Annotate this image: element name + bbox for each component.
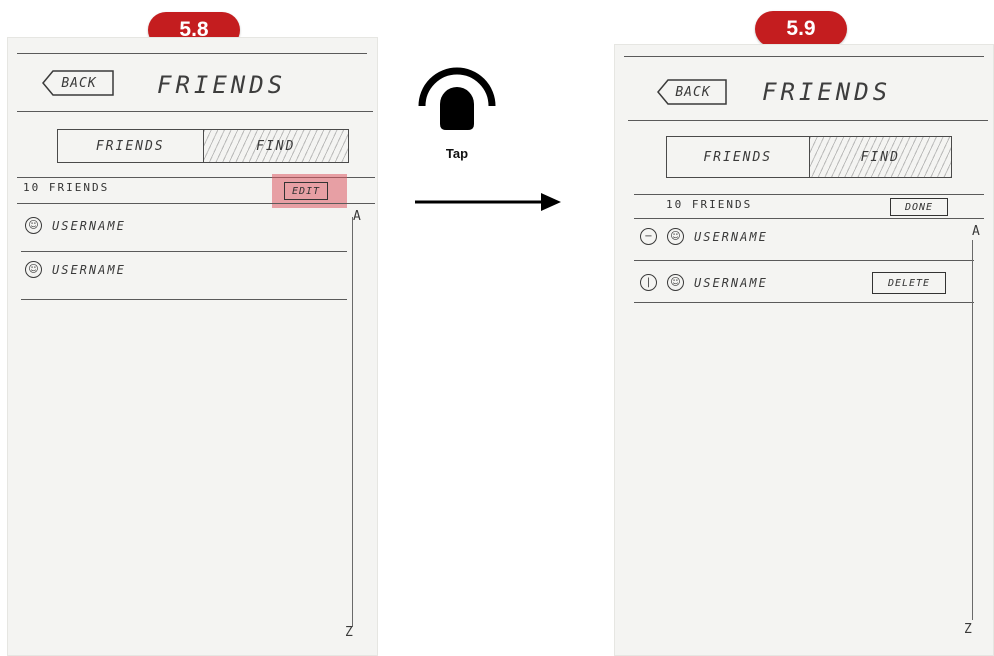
index-letter-a[interactable]: A [353, 209, 361, 224]
count-divider-top [634, 194, 984, 195]
count-divider-bottom [17, 203, 375, 204]
row-divider [21, 251, 347, 252]
friend-row[interactable]: | ☺ USERNAME [640, 274, 768, 291]
friend-row[interactable]: ☺ USERNAME [25, 261, 126, 278]
back-label: BACK [61, 75, 97, 91]
header-divider [628, 120, 988, 121]
friends-find-toggle: FRIENDS FIND [666, 136, 952, 178]
sketch-screen-after: BACK FRIENDS FRIENDS FIND 10 FRIENDS DON… [614, 44, 994, 656]
step-badge-5-9: 5.9 [755, 11, 847, 47]
avatar-icon: ☺ [667, 274, 684, 291]
header-divider [17, 111, 373, 112]
friends-find-toggle: FRIENDS FIND [57, 129, 349, 163]
row-divider [634, 260, 974, 261]
avatar-icon: ☺ [25, 261, 42, 278]
alphabet-index-bar[interactable] [972, 240, 973, 620]
alphabet-index-bar[interactable] [352, 217, 353, 627]
gesture-label: Tap [445, 146, 469, 161]
page-title: FRIENDS [762, 78, 892, 106]
tab-friends[interactable]: FRIENDS [667, 137, 809, 177]
username-label: USERNAME [52, 262, 126, 277]
index-letter-z[interactable]: Z [345, 625, 353, 640]
back-label: BACK [675, 84, 711, 100]
friend-row[interactable]: ☺ USERNAME [25, 217, 126, 234]
back-button[interactable]: BACK [35, 69, 115, 97]
top-divider [17, 53, 367, 54]
index-letter-a[interactable]: A [972, 224, 980, 239]
done-button[interactable]: DONE [890, 198, 948, 216]
arrow-right-icon [415, 193, 561, 211]
count-divider-bottom [634, 218, 984, 219]
friends-count: 10 FRIENDS [23, 181, 110, 194]
storyboard: 5.8 5.9 BACK FRIENDS FRIENDS FIND 10 FRI… [0, 0, 994, 656]
row-divider [21, 299, 347, 300]
minus-circle-icon[interactable]: − [640, 228, 657, 245]
tab-friends[interactable]: FRIENDS [58, 130, 203, 162]
friend-row[interactable]: − ☺ USERNAME [640, 228, 768, 245]
row-divider [634, 302, 974, 303]
username-label: USERNAME [694, 275, 768, 290]
delete-button[interactable]: DELETE [872, 272, 946, 294]
back-button[interactable]: BACK [650, 78, 728, 106]
tab-find[interactable]: FIND [808, 137, 951, 177]
edit-button[interactable]: EDIT [284, 182, 328, 200]
avatar-icon: ☺ [25, 217, 42, 234]
tab-find[interactable]: FIND [202, 130, 348, 162]
avatar-icon: ☺ [667, 228, 684, 245]
sketch-screen-before: BACK FRIENDS FRIENDS FIND 10 FRIENDS EDI… [7, 37, 378, 656]
friends-count: 10 FRIENDS [666, 198, 753, 211]
delete-toggle-icon[interactable]: | [640, 274, 657, 291]
index-letter-z[interactable]: Z [964, 622, 972, 637]
username-label: USERNAME [694, 229, 768, 244]
page-title: FRIENDS [157, 71, 287, 99]
top-divider [624, 56, 984, 57]
username-label: USERNAME [52, 218, 126, 233]
